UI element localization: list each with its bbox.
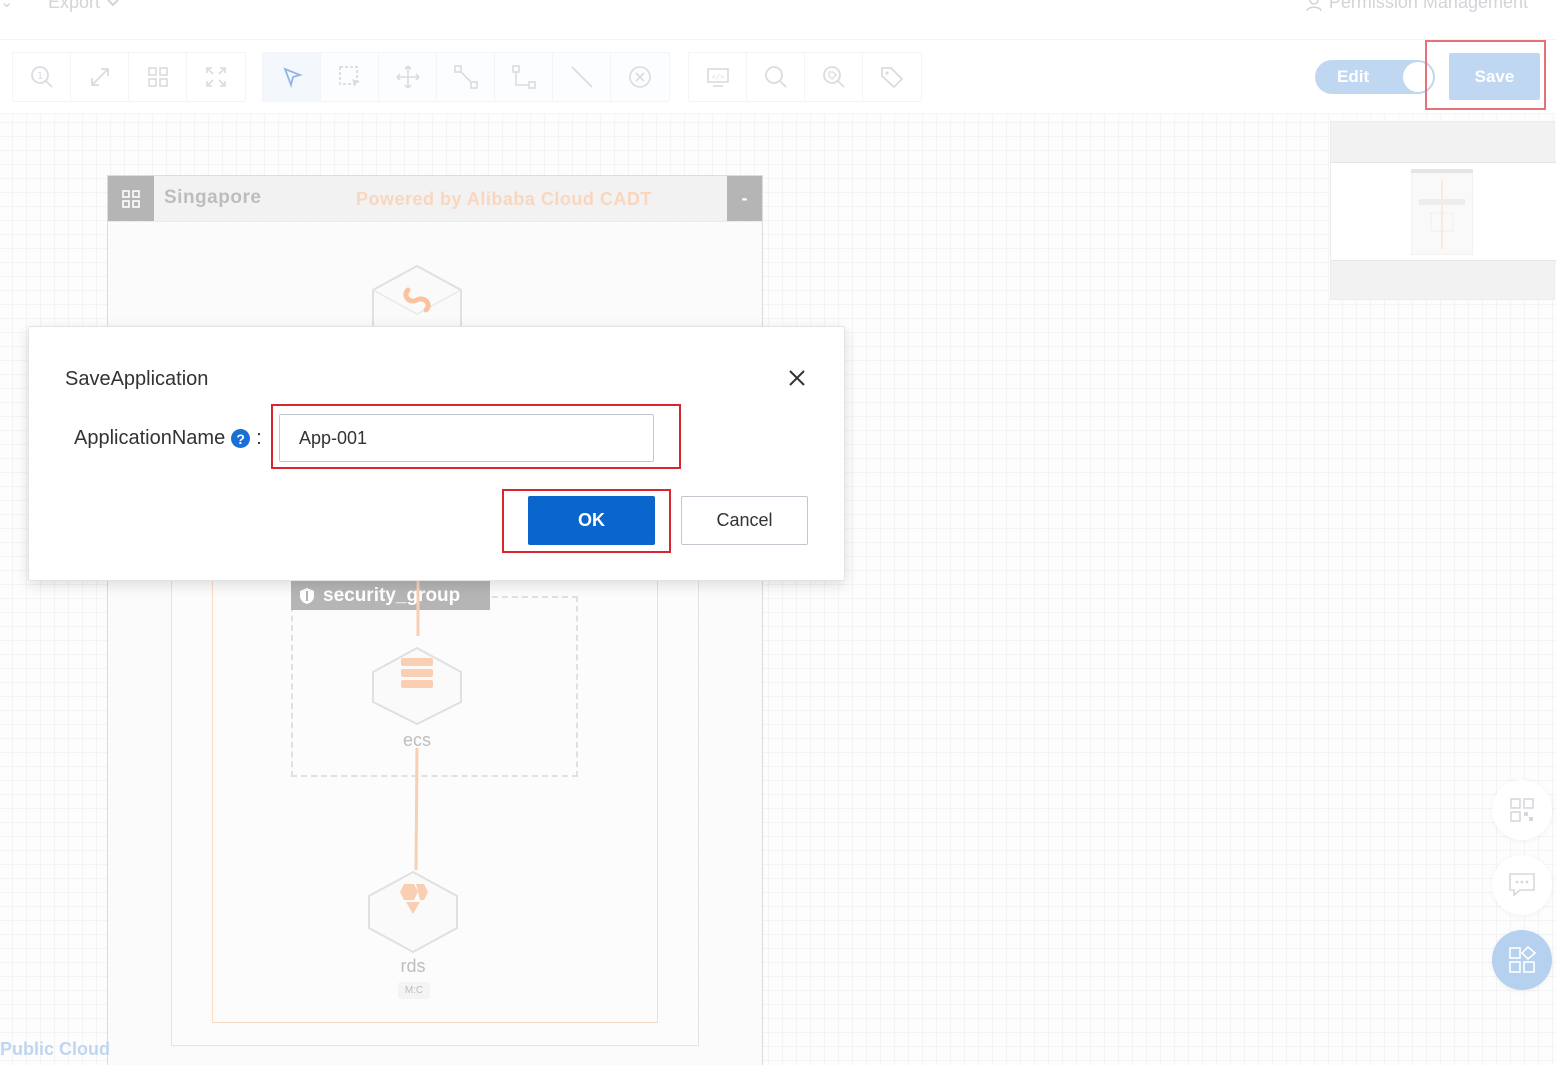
help-icon[interactable]: ?: [231, 429, 251, 448]
dialog-title: SaveApplication: [65, 368, 209, 390]
ok-button[interactable]: OK: [528, 496, 655, 545]
save-application-dialog: SaveApplication ApplicationName ? : OK C…: [28, 326, 845, 581]
cancel-button[interactable]: Cancel: [681, 496, 808, 545]
close-icon: [789, 370, 805, 386]
field-label-colon: :: [256, 427, 262, 449]
application-name-label: ApplicationName ? :: [74, 427, 262, 450]
close-button[interactable]: [784, 365, 810, 391]
field-label-text: ApplicationName: [74, 427, 226, 449]
application-name-input[interactable]: [279, 414, 654, 462]
